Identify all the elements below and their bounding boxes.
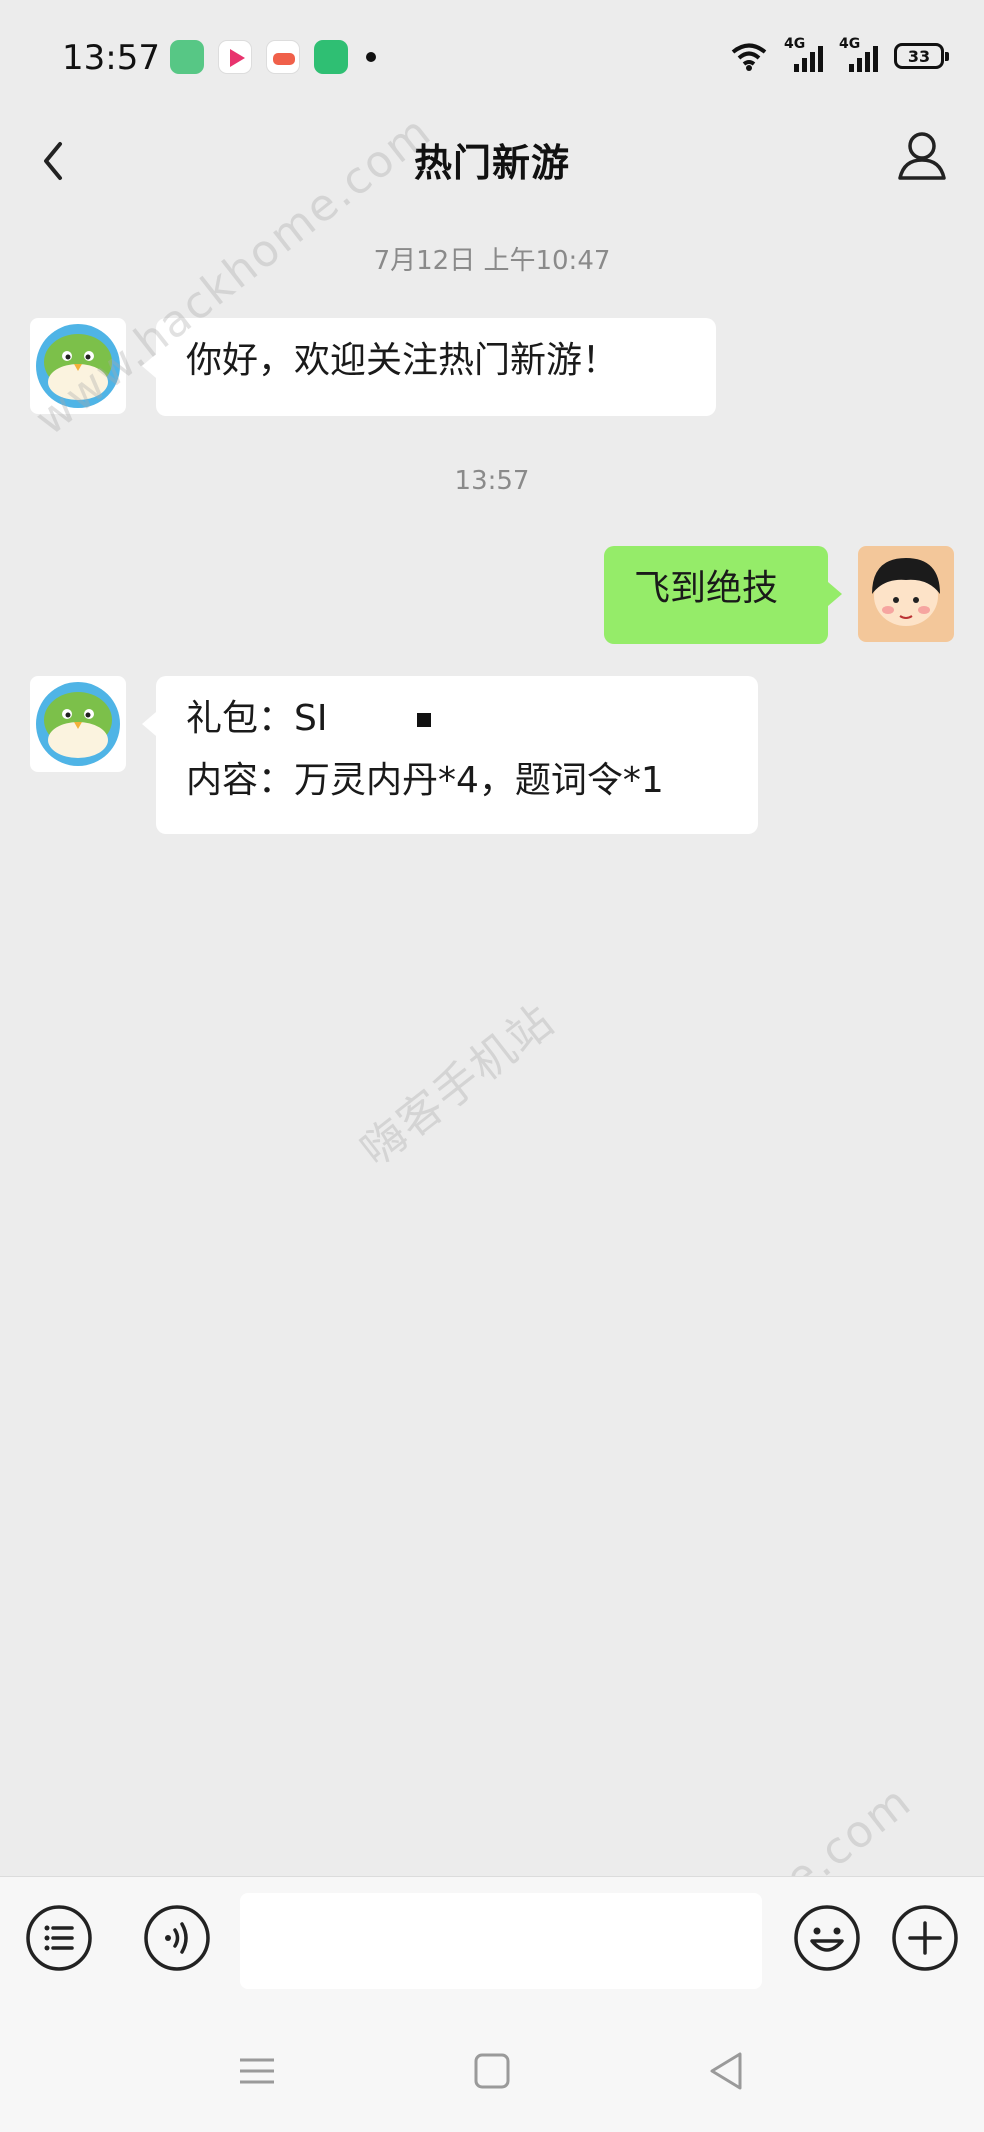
- more-notifications-dot: [366, 52, 376, 62]
- redacted-mark: [417, 713, 432, 727]
- plus-icon: [892, 1905, 958, 1971]
- back-nav-icon: [710, 2052, 742, 2090]
- voice-icon: [144, 1905, 210, 1971]
- outgoing-message-bubble[interactable]: 飞到绝技: [604, 546, 842, 644]
- cartoon-girl-avatar: [858, 546, 954, 642]
- message-input[interactable]: [240, 1893, 762, 1989]
- network-type-label: 4G: [839, 36, 861, 52]
- emoji-button[interactable]: [792, 1903, 862, 1973]
- status-time: 13:57: [62, 38, 160, 78]
- gift-code-line: 礼包：SI: [186, 688, 728, 750]
- signal-icon-2: 4G: [839, 36, 878, 72]
- video-app-icon: [218, 40, 252, 74]
- recent-apps-button[interactable]: [234, 2048, 280, 2094]
- incoming-message-bubble[interactable]: 你好，欢迎关注热门新游！: [142, 318, 716, 416]
- message-timestamp: 13:57: [454, 466, 530, 496]
- list-menu-icon: [26, 1905, 92, 1971]
- messages-app-icon: [170, 40, 204, 74]
- wifi-icon: [731, 43, 767, 71]
- home-button[interactable]: [469, 2048, 515, 2094]
- incoming-message-bubble[interactable]: 礼包：SI 内容：万灵内丹*4，题词令*1: [142, 676, 758, 834]
- official-account-avatar[interactable]: [30, 676, 126, 772]
- chat-header: 热门新游: [0, 110, 984, 220]
- voice-button[interactable]: [142, 1903, 212, 1973]
- back-nav-button[interactable]: [704, 2048, 750, 2094]
- gift-content-line: 内容：万灵内丹*4，题词令*1: [186, 760, 664, 801]
- signal-icon-1: 4G: [784, 36, 823, 72]
- input-toolbar: [0, 1876, 984, 2010]
- page-title: 热门新游: [413, 141, 570, 185]
- bird-mascot-icon: [36, 682, 120, 766]
- message-text: 你好，欢迎关注热门新游！: [186, 340, 619, 381]
- notification-icons: [170, 40, 376, 74]
- more-button[interactable]: [890, 1903, 960, 1973]
- home-nav-icon: [474, 2053, 510, 2089]
- battery-icon: 33: [894, 43, 949, 69]
- status-bar: 13:57 4G 4G 33: [0, 0, 984, 120]
- emoji-icon: [794, 1905, 860, 1971]
- network-type-label: 4G: [784, 36, 806, 52]
- status-indicators: 4G 4G 33: [730, 36, 949, 72]
- battery-level: 33: [907, 46, 931, 66]
- user-avatar[interactable]: [858, 546, 954, 642]
- message-text: 飞到绝技: [634, 568, 779, 609]
- game-app-icon: [266, 40, 300, 74]
- system-nav-bar: [0, 2010, 984, 2132]
- message-timestamp: 7月12日 上午10:47: [373, 246, 611, 276]
- phone-app-icon: [314, 40, 348, 74]
- profile-button[interactable]: [890, 124, 954, 188]
- menu-nav-icon: [240, 2058, 274, 2084]
- person-icon: [898, 132, 946, 180]
- menu-button[interactable]: [24, 1903, 94, 1973]
- watermark: 嗨客手机站: [351, 994, 565, 1177]
